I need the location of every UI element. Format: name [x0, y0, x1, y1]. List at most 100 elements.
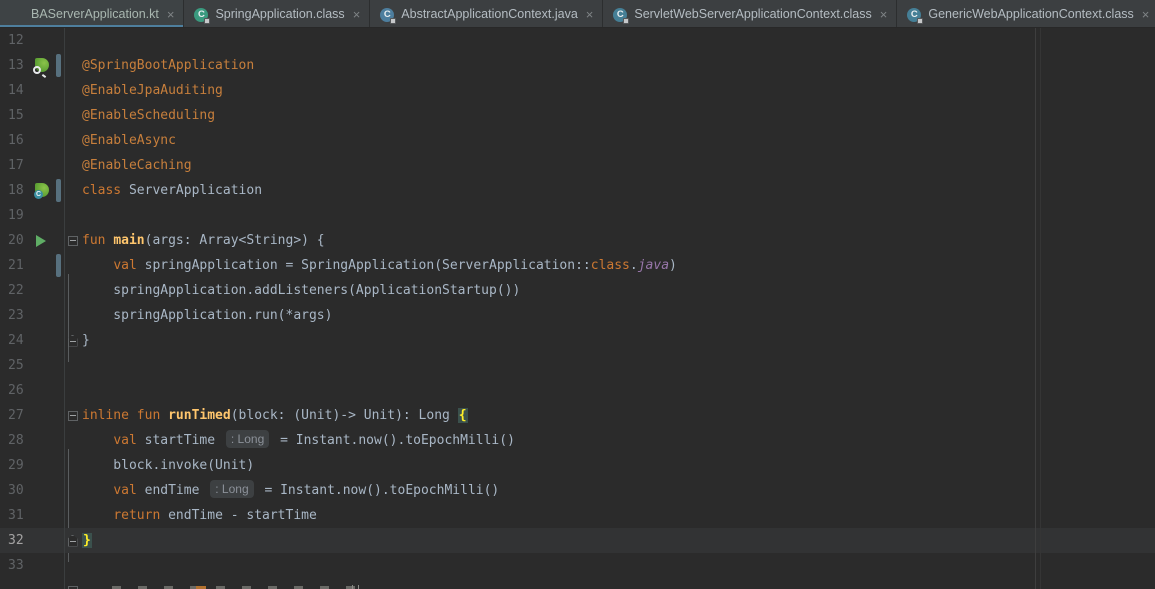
right-margin-guide	[1035, 28, 1036, 589]
fold-column	[64, 453, 80, 478]
fold-column	[64, 303, 80, 328]
vcs-column	[52, 553, 64, 578]
vcs-column	[52, 153, 64, 178]
gutter-icon-column	[30, 328, 52, 353]
vcs-column	[52, 203, 64, 228]
editor-tab[interactable]: C AbstractApplicationContext.java ×	[370, 0, 604, 27]
vcs-column	[52, 28, 64, 53]
vcs-column	[52, 278, 64, 303]
close-tab-icon[interactable]: ×	[167, 8, 175, 21]
gutter-icon-column	[30, 253, 52, 278]
fold-column	[64, 28, 80, 53]
gutter-icon-column	[30, 528, 52, 553]
spring-bean-icon[interactable]: C	[33, 182, 49, 199]
code-text: springApplication.addListeners(Applicati…	[82, 283, 521, 298]
vcs-column	[52, 403, 64, 428]
fold-column	[64, 428, 80, 453]
fold-column	[64, 53, 80, 78]
code-line: 25	[0, 353, 1155, 378]
fold-column	[64, 178, 80, 203]
run-icon[interactable]	[36, 234, 46, 247]
lock-badge-icon	[390, 17, 397, 24]
code-line: 31 return endTime - startTime	[0, 503, 1155, 528]
code-line: 18 Cclass ServerApplication	[0, 178, 1155, 203]
fold-collapse-icon[interactable]	[67, 410, 78, 421]
line-number: 17	[8, 158, 24, 173]
right-margin-guide	[1040, 28, 1041, 589]
tab-label: AbstractApplicationContext.java	[401, 7, 578, 21]
code-editor[interactable]: 12 13 @SpringBootApplication 14 @EnableJpaAu…	[0, 28, 1155, 589]
code-line: 29 block.invoke(Unit)	[0, 453, 1155, 478]
fold-column	[64, 528, 80, 553]
gutter-icon-column	[30, 303, 52, 328]
spring-boot-run-icon[interactable]	[33, 57, 49, 74]
line-number: 16	[8, 133, 24, 148]
gutter-icon-column	[30, 128, 52, 153]
close-tab-icon[interactable]: ×	[1142, 8, 1150, 21]
editor-tab[interactable]: C SpringApplication.class ×	[184, 0, 371, 27]
editor-tab[interactable]: BAServerApplication.kt ×	[0, 0, 185, 27]
gutter-icon-column	[30, 353, 52, 378]
gutter-icon-column	[30, 228, 52, 253]
code-line: 14 @EnableJpaAuditing	[0, 78, 1155, 103]
vcs-change-marker[interactable]	[55, 254, 61, 277]
line-number: 33	[8, 558, 24, 573]
editor-tab[interactable]: C ServletWebServerApplicationContext.clas…	[603, 0, 898, 27]
code-text: @EnableScheduling	[82, 108, 216, 123]
editor-tab-bar: BAServerApplication.kt × C SpringApplicatio…	[0, 0, 1155, 28]
close-tab-icon[interactable]: ×	[353, 8, 361, 21]
fold-collapse-icon[interactable]	[67, 235, 78, 246]
code-text: springApplication.run(*args)	[82, 308, 333, 323]
fold-column	[64, 278, 80, 303]
fold-end-icon[interactable]	[67, 534, 78, 547]
code-line	[0, 578, 1155, 589]
class-icon: C	[613, 7, 630, 24]
vcs-column	[52, 178, 64, 203]
line-number: 18	[8, 183, 24, 198]
fold-column	[64, 78, 80, 103]
code-line: 12	[0, 28, 1155, 53]
gutter-icon-column	[30, 428, 52, 453]
code-text: val springApplication = SpringApplicatio…	[113, 258, 677, 273]
vcs-column	[52, 353, 64, 378]
vcs-column	[52, 578, 64, 589]
code-line: 17 @EnableCaching	[0, 153, 1155, 178]
gutter-icon-column	[30, 203, 52, 228]
fold-column	[64, 203, 80, 228]
code-line: 24}	[0, 328, 1155, 353]
tab-label: ServletWebServerApplicationContext.class	[634, 7, 872, 21]
fold-collapse-icon[interactable]	[67, 585, 78, 589]
code-line: 27 inline fun runTimed(block: (Unit)-> Un…	[0, 403, 1155, 428]
code-text: class ServerApplication	[82, 183, 263, 198]
fold-end-icon[interactable]	[67, 334, 78, 347]
code-text: val startTime : Long = Instant.now().toE…	[113, 430, 515, 448]
code-line: 28 val startTime : Long = Instant.now().…	[0, 428, 1155, 453]
vcs-change-marker[interactable]	[55, 179, 61, 202]
vcs-column	[52, 228, 64, 253]
gutter-icon-column	[30, 503, 52, 528]
fold-column	[64, 378, 80, 403]
code-line: 33	[0, 553, 1155, 578]
fold-column	[64, 478, 80, 503]
vcs-column	[52, 378, 64, 403]
close-tab-icon[interactable]: ×	[586, 8, 594, 21]
vcs-column	[52, 303, 64, 328]
code-line: 20 fun main(args: Array<String>) {	[0, 228, 1155, 253]
code-text: inline fun runTimed(block: (Unit)-> Unit…	[82, 408, 468, 423]
line-number: 21	[8, 258, 24, 273]
line-number: 12	[8, 33, 24, 48]
vcs-change-marker[interactable]	[55, 54, 61, 77]
class-icon: C	[194, 7, 211, 24]
vcs-column	[52, 528, 64, 553]
vcs-column	[52, 328, 64, 353]
line-number: 14	[8, 83, 24, 98]
gutter-icon-column	[30, 403, 52, 428]
close-tab-icon[interactable]: ×	[880, 8, 888, 21]
editor-tab[interactable]: C GenericWebApplicationContext.class ×	[897, 0, 1155, 27]
tab-label: SpringApplication.class	[215, 7, 345, 21]
gutter-icon-column	[30, 103, 52, 128]
code-line: 19	[0, 203, 1155, 228]
lock-badge-icon	[917, 17, 924, 24]
fold-column	[64, 153, 80, 178]
